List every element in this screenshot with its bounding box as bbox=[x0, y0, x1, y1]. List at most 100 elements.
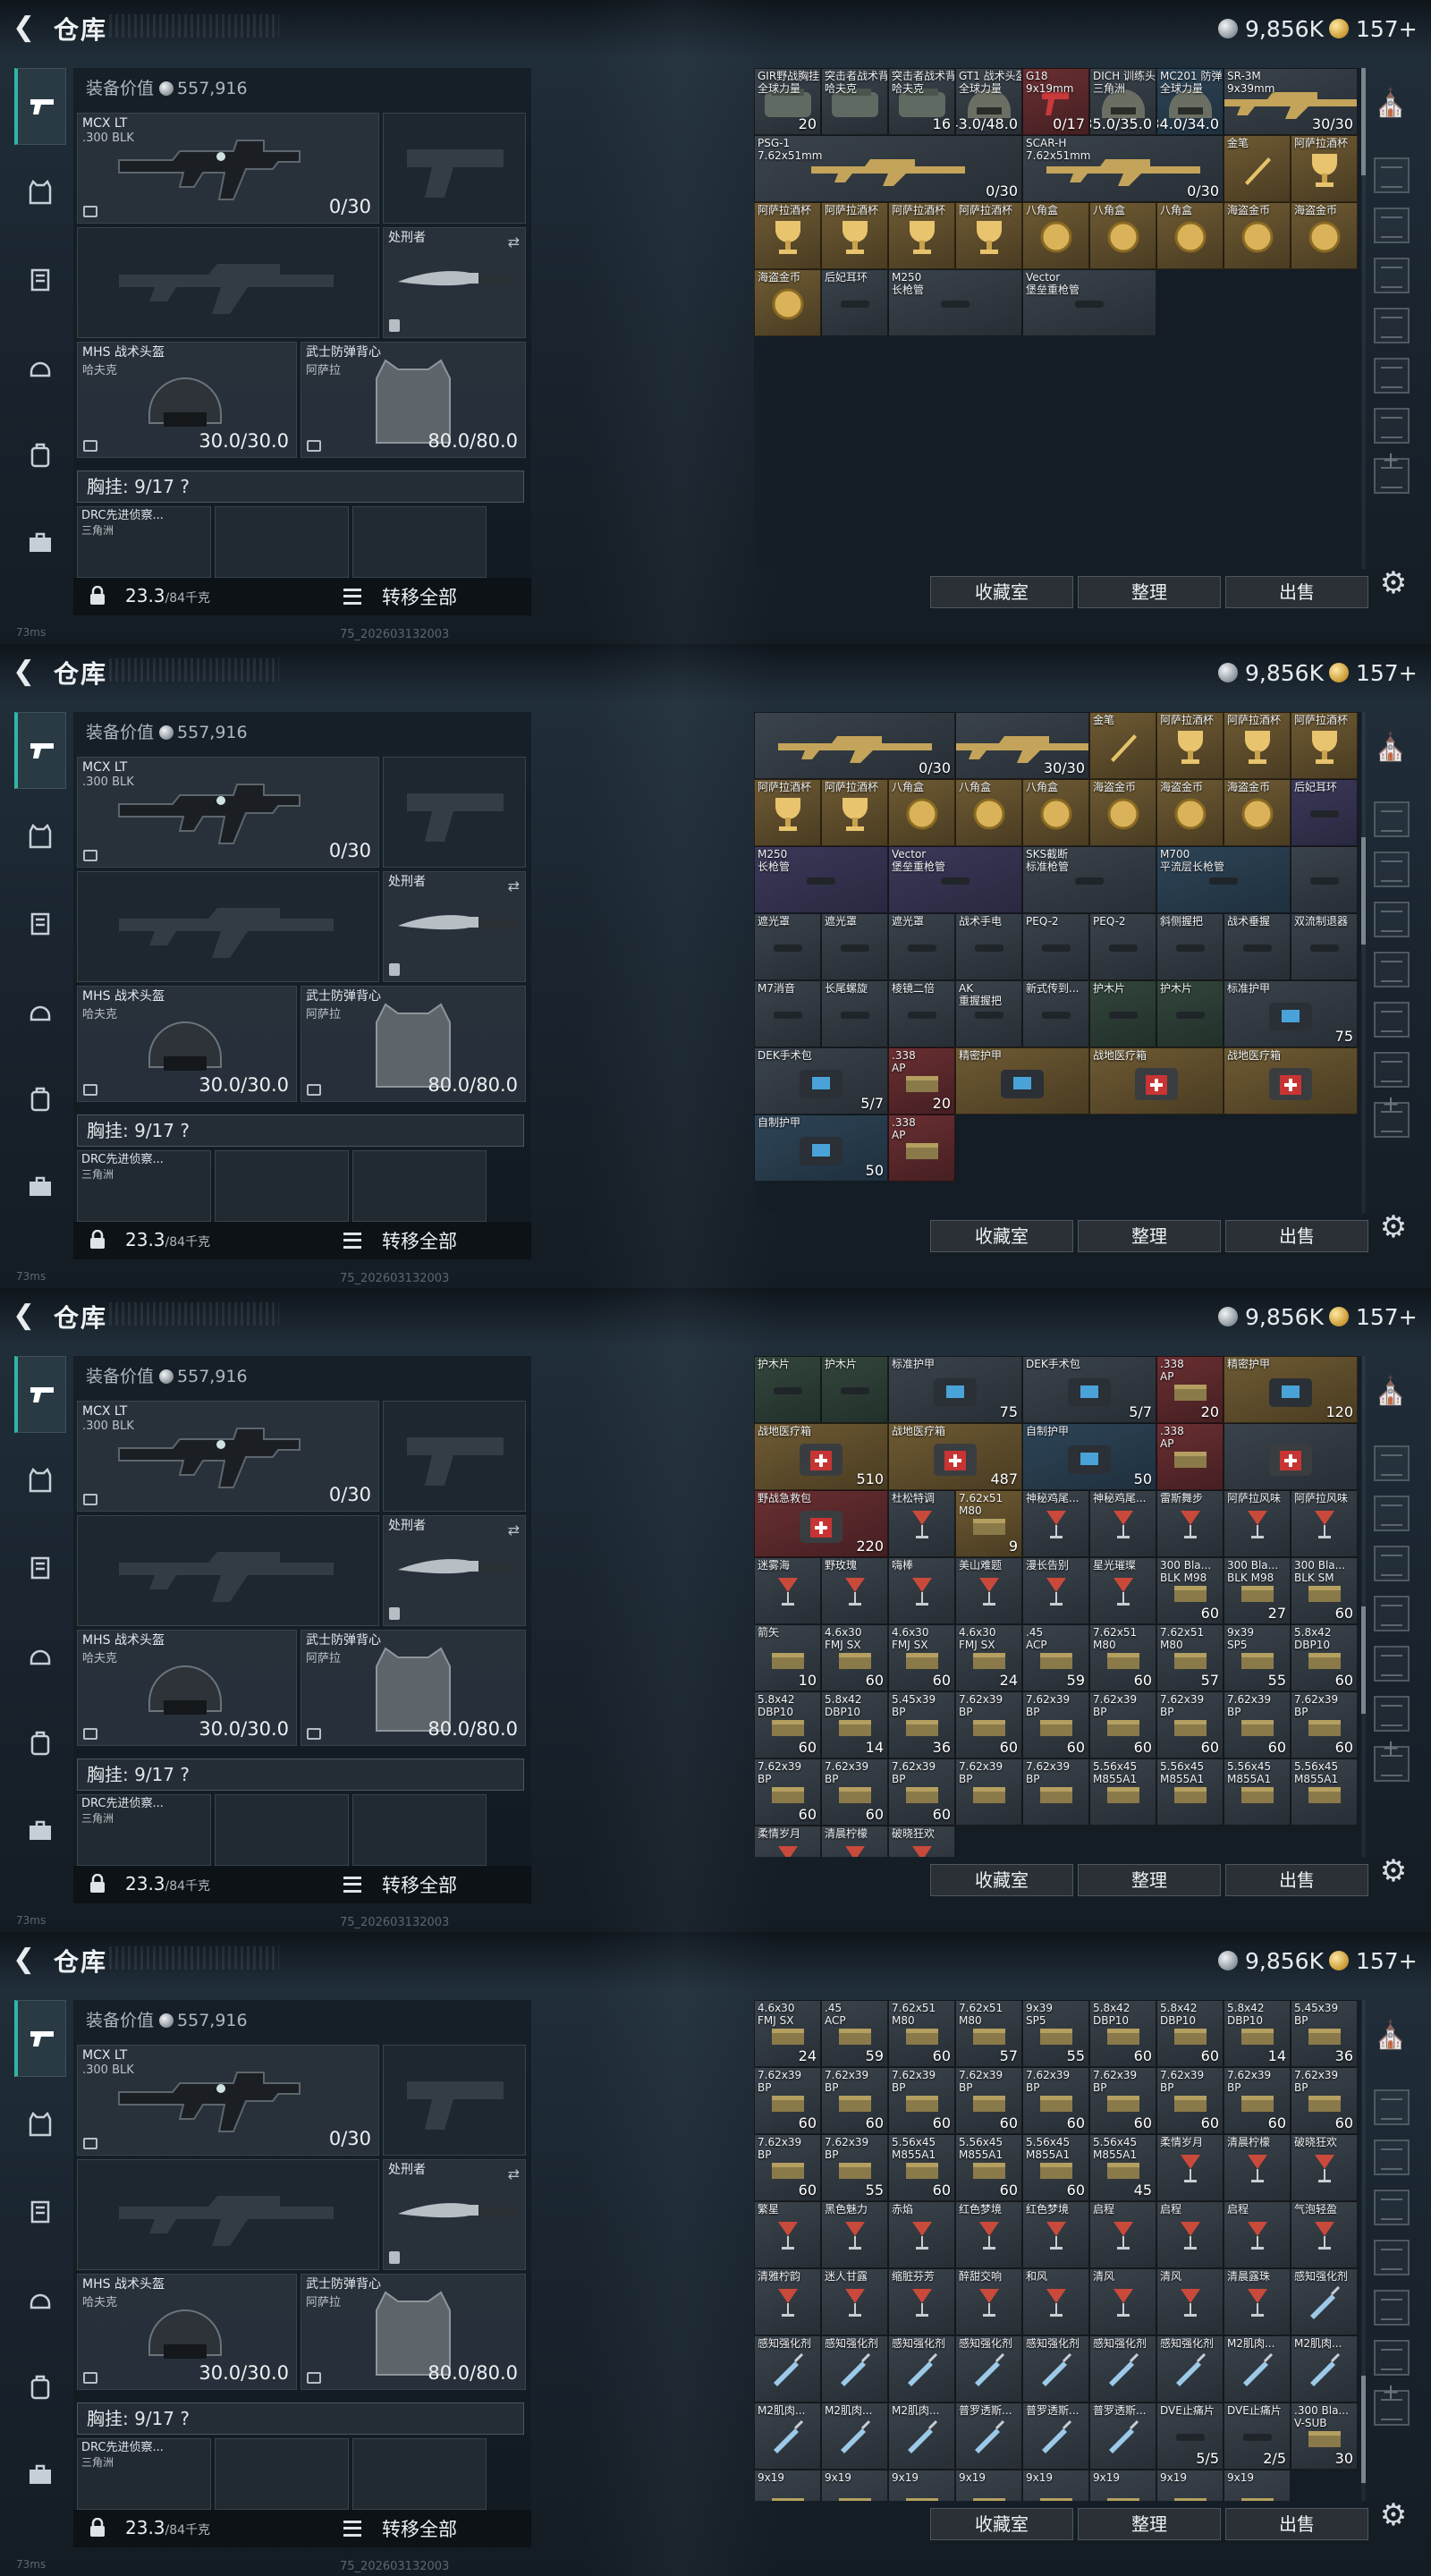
chest-rig-empty-slot[interactable] bbox=[215, 2438, 349, 2510]
stash-item[interactable]: 7.62x51 M80 57 bbox=[1156, 1624, 1224, 1691]
stash-page-tab[interactable] bbox=[1374, 308, 1410, 343]
stash-item[interactable]: 0/30 bbox=[754, 712, 955, 779]
secondary-weapon-slot[interactable] bbox=[383, 757, 526, 868]
stash-item[interactable]: 海盗金币 bbox=[1224, 779, 1291, 846]
tab-helmet[interactable] bbox=[14, 329, 66, 406]
stash-page-tab[interactable] bbox=[1374, 408, 1410, 444]
stash-page-tab[interactable] bbox=[1374, 2340, 1410, 2376]
stash-item[interactable]: .338 AP bbox=[1156, 1423, 1224, 1490]
stash-item[interactable]: 柔情岁月 bbox=[1156, 2134, 1224, 2201]
collection-room-button[interactable]: 收藏室 bbox=[930, 1864, 1073, 1896]
chest-rig-item[interactable]: DRC先进侦察... 三角洲 bbox=[77, 2438, 211, 2510]
chest-rig-item[interactable]: DRC先进侦察... 三角洲 bbox=[77, 506, 211, 578]
stash-item[interactable]: 300 Bla... BLK M98 60 bbox=[1156, 1557, 1224, 1624]
tab-backpack[interactable] bbox=[14, 1061, 66, 1138]
chest-rig-empty-slot[interactable] bbox=[352, 2438, 487, 2510]
stash-scrollbar[interactable] bbox=[1361, 2000, 1366, 2501]
stash-page-tab[interactable] bbox=[1374, 902, 1410, 937]
stash-item[interactable]: 4.6x30 FMJ SX 60 bbox=[888, 1624, 955, 1691]
stash-item[interactable]: 5.56x45 M855A1 45 bbox=[1089, 2134, 1156, 2201]
armor-slot[interactable]: 武士防弹背心 阿萨拉 80.0/80.0 bbox=[301, 986, 526, 1102]
chest-rig-item[interactable]: DRC先进侦察... 三角洲 bbox=[77, 1794, 211, 1866]
stash-item[interactable]: 感知强化剂 bbox=[754, 2335, 821, 2402]
stash-grid[interactable]: GIR野战胸挂 全球力量20突击者战术背心 哈夫克突击者战术背心 哈夫克16GT… bbox=[754, 68, 1362, 569]
stash-grid[interactable]: 护木片 护木片 标准护甲 75 DEK手术包 5/7 .338 AP 20 精密护甲 120 战地医… bbox=[754, 1356, 1362, 1857]
stash-item[interactable]: 阿萨拉酒杯 bbox=[1291, 712, 1358, 779]
tab-armor[interactable] bbox=[14, 242, 66, 318]
stash-page-tab[interactable] bbox=[1374, 1596, 1410, 1631]
stash-item[interactable]: 普罗透斯... bbox=[1089, 2402, 1156, 2470]
add-page-icon[interactable]: + bbox=[1382, 2379, 1400, 2404]
stash-item[interactable]: 新式传到... bbox=[1022, 980, 1089, 1047]
chest-rig-empty-slot[interactable] bbox=[352, 1150, 487, 1222]
stash-item[interactable]: 7.62x39 BP 60 bbox=[821, 1758, 888, 1826]
swap-icon[interactable]: ⇄ bbox=[508, 1521, 520, 1538]
stash-item[interactable]: 9x19 bbox=[888, 2470, 955, 2501]
stash-item[interactable]: 阿萨拉酒杯 bbox=[1156, 712, 1224, 779]
stash-item[interactable]: 护木片 bbox=[1156, 980, 1224, 1047]
stash-item[interactable]: 阿萨拉风味 bbox=[1224, 1490, 1291, 1557]
stash-item[interactable]: 迷雾海 bbox=[754, 1557, 821, 1624]
stash-item[interactable]: 7.62x39 BP 60 bbox=[955, 1691, 1022, 1758]
stash-item[interactable]: 7.62x39 BP 60 bbox=[754, 2134, 821, 2201]
chest-rig-header[interactable]: 胸挂: 9/17 ? bbox=[77, 2402, 524, 2435]
stash-item[interactable]: 护木片 bbox=[821, 1356, 888, 1423]
armor-slot[interactable]: 武士防弹背心 阿萨拉 80.0/80.0 bbox=[301, 2274, 526, 2390]
stash-page-tab[interactable] bbox=[1374, 2290, 1410, 2326]
stash-item[interactable]: 5.56x45 M855A1 60 bbox=[888, 2134, 955, 2201]
move-all-button[interactable]: 转移全部 bbox=[382, 1227, 457, 1254]
stash-item[interactable]: 启程 bbox=[1156, 2201, 1224, 2268]
stash-item[interactable]: 星光璀璨 bbox=[1089, 1557, 1156, 1624]
stash-item[interactable]: 7.62x51 M80 9 bbox=[955, 1490, 1022, 1557]
chest-rig-empty-slot[interactable] bbox=[352, 506, 487, 578]
stash-item[interactable]: 八角盒 bbox=[1022, 202, 1089, 269]
stash-page-tab[interactable] bbox=[1374, 952, 1410, 987]
stash-item[interactable]: 7.62x39 BP 60 bbox=[1156, 2067, 1224, 2134]
settings-gear-icon[interactable]: ⚙ bbox=[1374, 2496, 1413, 2535]
stash-item[interactable]: 普罗透斯... bbox=[1022, 2402, 1089, 2470]
stash-item[interactable]: 7.62x39 BP 60 bbox=[1291, 2067, 1358, 2134]
stash-page-tab[interactable] bbox=[1374, 258, 1410, 293]
stash-scroll-thumb[interactable] bbox=[1361, 2376, 1366, 2483]
stash-item[interactable]: 9x19 bbox=[1224, 2470, 1291, 2501]
stash-item[interactable]: PEQ-2 bbox=[1022, 913, 1089, 980]
stash-item[interactable]: 遮光罩 bbox=[821, 913, 888, 980]
stash-item[interactable]: 繁星 bbox=[754, 2201, 821, 2268]
stash-item[interactable]: 自制护甲 50 bbox=[754, 1114, 888, 1182]
stash-item[interactable]: 9x19 bbox=[1156, 2470, 1224, 2501]
stash-item[interactable]: 赤焰 bbox=[888, 2201, 955, 2268]
armor-slot[interactable]: 武士防弹背心 阿萨拉 80.0/80.0 bbox=[301, 1630, 526, 1746]
stash-item[interactable]: 7.62x39 BP 60 bbox=[888, 1758, 955, 1826]
chest-rig-empty-slot[interactable] bbox=[215, 1794, 349, 1866]
stash-item[interactable]: DICH 训练头盔 三角洲 35.0/35.0 bbox=[1089, 68, 1156, 135]
stash-item[interactable]: .338 AP bbox=[888, 1114, 955, 1182]
add-page-icon[interactable]: + bbox=[1382, 1091, 1400, 1116]
stash-item[interactable]: SCAR-H 7.62x51mm 0/30 bbox=[1022, 135, 1224, 202]
stash-scroll-thumb[interactable] bbox=[1361, 68, 1366, 175]
stash-item[interactable]: DVE止痛片 5/5 bbox=[1156, 2402, 1224, 2470]
stash-item[interactable]: 阿萨拉酒杯 bbox=[888, 202, 955, 269]
stash-item[interactable]: 杜松特调 bbox=[888, 1490, 955, 1557]
stash-item[interactable]: 7.62x39 BP 60 bbox=[888, 2067, 955, 2134]
stash-item[interactable]: M700 平流层长枪管 bbox=[1156, 846, 1291, 913]
stash-item[interactable]: 7.62x39 BP 60 bbox=[1022, 2067, 1089, 2134]
stash-item[interactable]: 5.45x39 BP 36 bbox=[1291, 2000, 1358, 2067]
tab-weapons[interactable] bbox=[14, 1356, 66, 1433]
stash-item[interactable]: 清晨柠檬 bbox=[821, 1826, 888, 1857]
stash-item[interactable]: 感知强化剂 bbox=[821, 2335, 888, 2402]
stash-page-tab[interactable] bbox=[1374, 1496, 1410, 1531]
stash-item[interactable]: 启程 bbox=[1224, 2201, 1291, 2268]
stash-item[interactable]: 7.62x39 BP 55 bbox=[821, 2134, 888, 2201]
stash-item[interactable]: 醉甜交响 bbox=[955, 2268, 1022, 2335]
stash-item[interactable]: 阿萨拉风味 bbox=[1291, 1490, 1358, 1557]
chest-rig-item[interactable]: DRC先进侦察... 三角洲 bbox=[77, 1150, 211, 1222]
stash-scroll-thumb[interactable] bbox=[1361, 837, 1366, 945]
stash-item[interactable]: 普罗透斯... bbox=[955, 2402, 1022, 2470]
stash-item[interactable]: 清风 bbox=[1156, 2268, 1224, 2335]
list-icon[interactable] bbox=[343, 2521, 361, 2537]
stash-item[interactable]: 战地医疗箱 487 bbox=[888, 1423, 1022, 1490]
stash-item[interactable]: 美山难题 bbox=[955, 1557, 1022, 1624]
stash-item[interactable]: 和风 bbox=[1022, 2268, 1089, 2335]
stash-item[interactable]: M2肌肉... bbox=[1224, 2335, 1291, 2402]
stash-item[interactable]: 30/30 bbox=[955, 712, 1089, 779]
